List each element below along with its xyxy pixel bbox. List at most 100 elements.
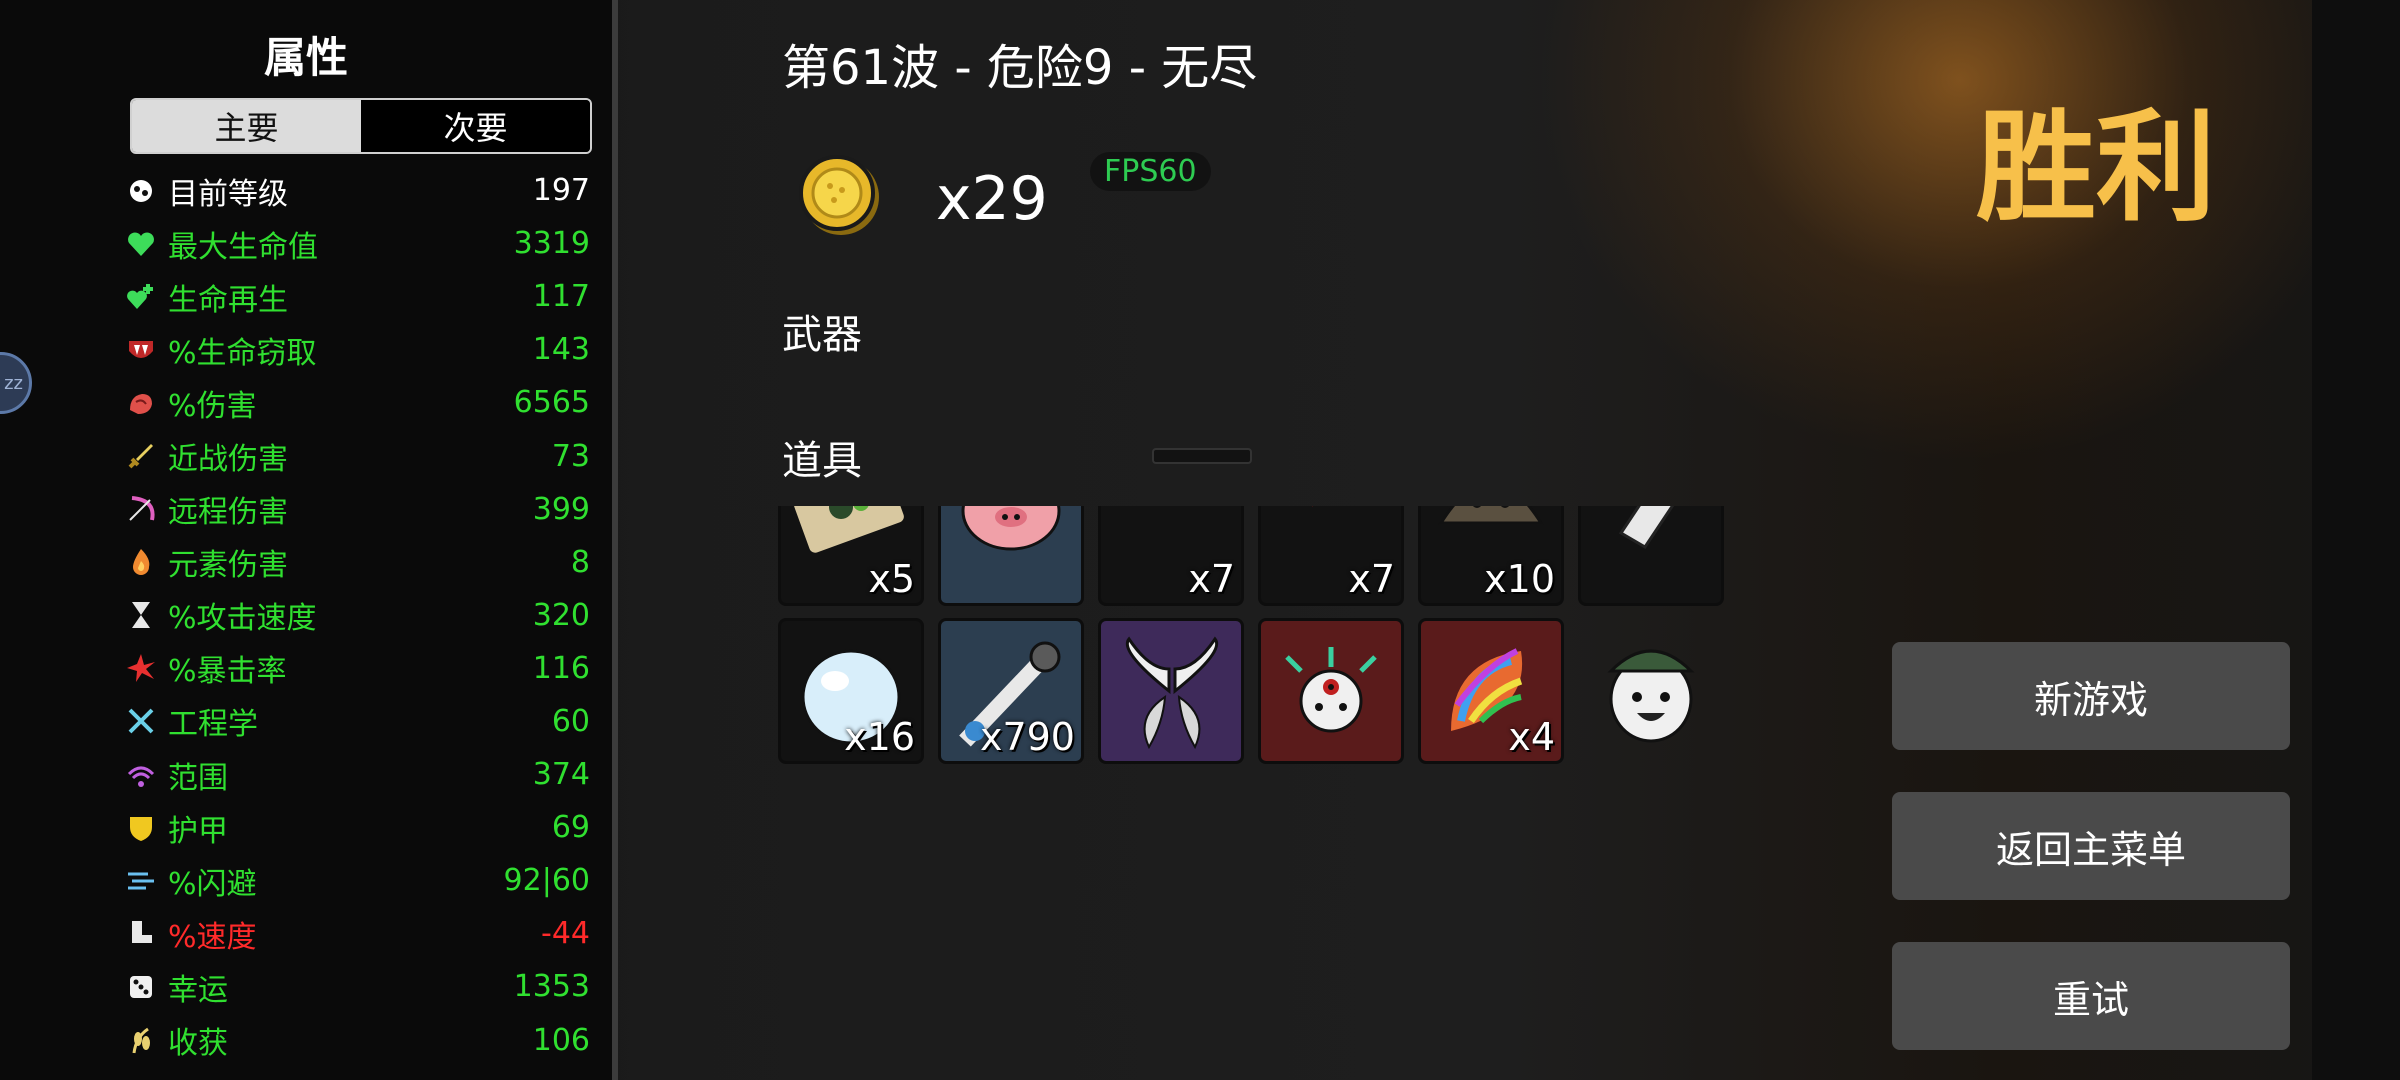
tab-secondary[interactable]: 次要 <box>361 100 590 152</box>
sword-icon <box>124 439 158 473</box>
stats-tab-bar: 主要 次要 <box>130 98 592 154</box>
stat-label: %速度 <box>168 919 257 955</box>
spiky-creature-item[interactable] <box>1258 618 1404 764</box>
stat-label: 远程伤害 <box>168 495 288 531</box>
stat-row: %伤害 6565 <box>124 376 590 429</box>
stat-row: 生命再生 117 <box>124 270 590 323</box>
stat-row: 护甲 69 <box>124 801 590 854</box>
shield-icon <box>124 811 158 845</box>
red-claw-item[interactable]: x7 <box>1258 506 1404 606</box>
stat-value: 117 <box>532 279 590 315</box>
stat-label: %暴击率 <box>168 654 287 690</box>
stat-label: %伤害 <box>168 388 257 424</box>
stat-value: 116 <box>532 650 590 686</box>
fps-counter: FPS60 <box>1090 152 1211 191</box>
items-heading: 道具 <box>782 438 862 484</box>
mushroom-item[interactable]: x10 <box>1418 506 1564 606</box>
item-count: x5 <box>868 557 915 601</box>
sleep-badge-text: zz <box>4 372 23 394</box>
crit-icon <box>124 651 158 685</box>
stat-value: 6565 <box>513 385 590 421</box>
spiky-creature-icon <box>1261 621 1401 761</box>
stat-row: %生命窃取 143 <box>124 323 590 376</box>
item-count: x7 <box>1188 557 1235 601</box>
stat-row: %攻击速度 320 <box>124 589 590 642</box>
stat-value: 143 <box>532 332 590 368</box>
stat-list: 目前等级 197 最大生命值 3319 生命再生 117 %生命窃取 143 %伤害 6565 近战… <box>124 164 590 1067</box>
muscle-icon <box>124 386 158 420</box>
stat-value: 73 <box>551 438 590 474</box>
main-menu-button[interactable]: 返回主菜单 <box>1892 792 2290 900</box>
item-count: x16 <box>844 715 915 759</box>
stat-label: %攻击速度 <box>168 601 317 637</box>
stat-label: 收获 <box>168 1026 228 1062</box>
piggy-bank-item[interactable] <box>938 506 1084 606</box>
stat-value: 92|60 <box>503 863 590 899</box>
fang-icon <box>124 333 158 367</box>
stat-value: 320 <box>532 597 590 633</box>
stats-panel: 属性 主要 次要 目前等级 197 最大生命值 3319 生命再生 117 %生命窃取 143… <box>0 0 618 1080</box>
stat-value: 374 <box>532 757 590 793</box>
bow-icon <box>124 492 158 526</box>
ticket-item[interactable]: x5 <box>778 506 924 606</box>
stat-row: 幸运 1353 <box>124 960 590 1013</box>
stat-row: %闪避 92|60 <box>124 854 590 907</box>
boot-icon <box>124 917 158 951</box>
stat-row: 近战伤害 73 <box>124 429 590 482</box>
wrench-icon <box>124 704 158 738</box>
pencil-icon <box>1581 506 1721 603</box>
stat-row: 收获 106 <box>124 1014 590 1067</box>
regen-icon <box>124 280 158 314</box>
item-count: x4 <box>1508 715 1555 759</box>
stat-label: 幸运 <box>168 972 228 1008</box>
dice-icon <box>124 970 158 1004</box>
retry-button[interactable]: 重试 <box>1892 942 2290 1050</box>
stat-label: %生命窃取 <box>168 335 317 371</box>
glasses-item[interactable]: x7 <box>1098 506 1244 606</box>
heart-icon <box>124 227 158 261</box>
pencil-item[interactable] <box>1578 506 1724 606</box>
stat-row: 工程学 60 <box>124 695 590 748</box>
stat-row: 最大生命值 3319 <box>124 217 590 270</box>
stat-value: 197 <box>532 173 590 209</box>
stat-label: 近战伤害 <box>168 442 288 478</box>
angel-wings-item[interactable] <box>1098 618 1244 764</box>
stat-label: %闪避 <box>168 866 257 902</box>
scroll-indicator[interactable] <box>1152 448 1252 464</box>
stat-label: 目前等级 <box>168 176 288 212</box>
stat-value: 1353 <box>513 969 590 1005</box>
harvest-icon <box>124 1023 158 1057</box>
potato-face-icon <box>1581 621 1721 761</box>
stat-value: 3319 <box>513 226 590 262</box>
stat-label: 护甲 <box>168 813 228 849</box>
flame-icon <box>124 545 158 579</box>
wave-title: 第61波 - 危险9 - 无尽 <box>782 40 1258 96</box>
turret-item[interactable]: x790 <box>938 618 1084 764</box>
stat-row: 远程伤害 399 <box>124 483 590 536</box>
potato-face-item[interactable] <box>1578 618 1724 764</box>
range-icon <box>124 758 158 792</box>
stat-value: 69 <box>551 810 590 846</box>
stat-label: 元素伤害 <box>168 548 288 584</box>
new-game-button[interactable]: 新游戏 <box>1892 642 2290 750</box>
victory-label: 胜利 <box>1976 99 2216 238</box>
level-icon <box>124 174 158 208</box>
snowball-item[interactable]: x16 <box>778 618 924 764</box>
items-grid[interactable]: x5 x7 x7 x10 x16 x790 x4 <box>778 506 1738 766</box>
rainbow-leaf-item[interactable]: x4 <box>1418 618 1564 764</box>
stat-row: 范围 374 <box>124 748 590 801</box>
piggy-bank-icon <box>941 506 1081 603</box>
stat-value: 60 <box>551 703 590 739</box>
tab-primary[interactable]: 主要 <box>132 100 361 152</box>
coin-icon <box>796 152 882 238</box>
stat-label: 生命再生 <box>168 282 288 318</box>
stat-value: 399 <box>532 491 590 527</box>
stat-value: 106 <box>532 1022 590 1058</box>
angel-wings-icon <box>1101 621 1241 761</box>
stats-title: 属性 <box>263 33 348 82</box>
item-count: x7 <box>1348 557 1395 601</box>
stat-row: %速度 -44 <box>124 907 590 960</box>
stat-row: 目前等级 197 <box>124 164 590 217</box>
hourglass-icon <box>124 598 158 632</box>
screen-edge <box>2312 0 2400 1080</box>
